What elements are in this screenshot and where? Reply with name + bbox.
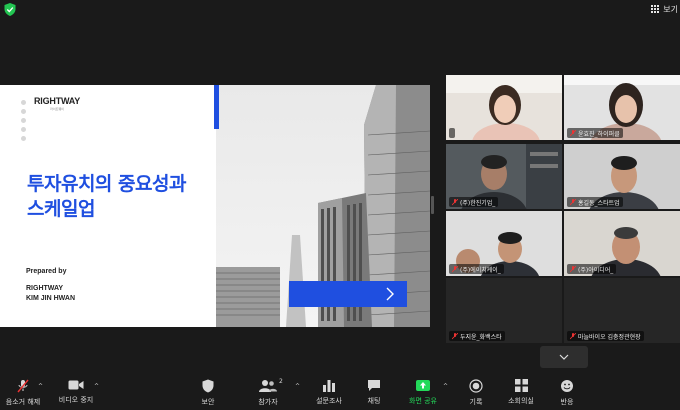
shared-screen-slide: RIGHTWAY 라이트웨이 투자유치의 중요성과 스케일업 Prepared …: [0, 85, 430, 327]
participant-name-tag: 윤효진_하이퍼클: [567, 128, 623, 138]
security-label: 보안: [201, 398, 215, 406]
video-tile[interactable]: 마늘바이오 김충정관현장: [564, 278, 680, 343]
video-tile[interactable]: [446, 75, 562, 140]
share-screen-button[interactable]: 화면 공유: [404, 372, 442, 410]
mic-muted-icon: [17, 379, 29, 393]
accent-bar: [214, 85, 219, 129]
meeting-toolbar: 음소거 해제 ^ 비디오 중지 ^ 보안 참가자 2 ^ 설문조사 채팅 화면 …: [0, 372, 680, 410]
record-icon: [469, 379, 483, 393]
mic-muted-icon: [570, 332, 576, 339]
chevron-down-icon: [559, 354, 569, 360]
chat-bubble-icon: [368, 380, 380, 391]
participant-name: 마늘바이오 김충정관현장: [578, 333, 641, 341]
record-button[interactable]: 기록: [462, 372, 490, 410]
stop-video-button[interactable]: 비디오 중지: [56, 372, 96, 410]
company-name: RIGHTWAY: [26, 285, 64, 292]
slide-title-line1: 투자유치의 중요성과: [27, 173, 186, 195]
participants-count: 2: [279, 378, 283, 385]
prepared-by-label: Prepared by: [26, 268, 67, 275]
mic-muted-icon: [570, 129, 576, 136]
participant-name-tag: [449, 128, 455, 138]
logo-text: RIGHTWAY: [34, 96, 81, 106]
logo-subtext: 라이트웨이: [50, 107, 64, 111]
presenter-name: KIM JIN HWAN: [26, 295, 75, 302]
mic-muted-icon: [570, 265, 576, 272]
participant-name-tag: 마늘바이오 김충정관현장: [567, 331, 644, 341]
audio-options-caret[interactable]: ^: [38, 383, 43, 390]
participant-name-tag: (주)에이치케이_: [449, 264, 504, 274]
grid-view-icon: [651, 4, 660, 14]
participant-name-tag: (주)한진기업_: [449, 197, 499, 207]
unmute-button[interactable]: 음소거 해제: [4, 372, 42, 410]
video-tile[interactable]: 홍길동_스타트업: [564, 144, 680, 209]
participant-name-tag: 두지윤_화백스타: [449, 331, 505, 341]
participant-name: (주)아이디어_: [578, 266, 614, 274]
security-shield-icon[interactable]: [4, 3, 16, 16]
decorative-dots: [21, 100, 27, 145]
participant-name: (주)에이치케이_: [460, 266, 501, 274]
participants-label: 참가자: [258, 398, 278, 406]
share-options-caret[interactable]: ^: [443, 383, 448, 390]
participant-name: 홍길동_스타트업: [578, 199, 620, 207]
next-arrow-box: [289, 281, 407, 307]
breakout-rooms-button[interactable]: 소회의실: [505, 372, 537, 410]
participant-name: 두지윤_화백스타: [460, 333, 502, 341]
reactions-button[interactable]: 반응: [553, 372, 581, 410]
share-label: 화면 공유: [409, 397, 437, 405]
breakout-label: 소회의실: [508, 397, 534, 405]
video-tile[interactable]: 윤효진_하이퍼클: [564, 75, 680, 140]
video-tile[interactable]: (주)에이치케이_: [446, 211, 562, 276]
chevron-right-icon: [386, 287, 394, 301]
slide-title-line2: 스케일업: [27, 198, 95, 220]
mic-muted-icon: [452, 198, 458, 205]
unmute-label: 음소거 해제: [5, 398, 41, 406]
participant-name: (주)한진기업_: [460, 199, 496, 207]
video-camera-icon: [68, 380, 84, 390]
video-label: 비디오 중지: [58, 396, 94, 404]
mic-muted-icon: [452, 265, 458, 272]
participant-name: 윤효진_하이퍼클: [578, 130, 620, 138]
view-button[interactable]: 보기: [651, 2, 678, 16]
share-screen-icon: [416, 380, 430, 391]
presenter-credit: RIGHTWAY KIM JIN HWAN: [26, 284, 75, 304]
mic-muted-icon: [452, 332, 458, 339]
split-view-handle[interactable]: [431, 196, 434, 214]
bar-chart-icon: [323, 380, 335, 392]
reactions-label: 반응: [560, 398, 574, 406]
rightway-logo: RIGHTWAY 라이트웨이: [34, 96, 80, 111]
participant-video: [446, 75, 562, 140]
slide-title: 투자유치의 중요성과 스케일업: [27, 172, 186, 222]
polls-button[interactable]: 설문조사: [311, 372, 347, 410]
participant-name-tag: 홍길동_스타트업: [567, 197, 623, 207]
mic-muted-icon: [570, 198, 576, 205]
record-label: 기록: [469, 398, 483, 406]
video-tile[interactable]: (주)한진기업_: [446, 144, 562, 209]
gallery-next-page-button[interactable]: [540, 346, 588, 368]
video-tile[interactable]: 두지윤_화백스타: [446, 278, 562, 343]
chat-button[interactable]: 채팅: [360, 372, 388, 410]
polls-label: 설문조사: [316, 397, 342, 405]
video-options-caret[interactable]: ^: [94, 383, 99, 390]
smiley-reaction-icon: [561, 380, 573, 392]
participants-icon: [259, 380, 277, 392]
participant-name-tag: (주)아이디어_: [567, 264, 617, 274]
security-button[interactable]: 보안: [194, 372, 222, 410]
participants-options-caret[interactable]: ^: [295, 383, 300, 390]
view-label: 보기: [663, 4, 678, 14]
video-tile[interactable]: (주)아이디어_: [564, 211, 680, 276]
breakout-rooms-icon: [514, 379, 528, 392]
shield-icon: [202, 379, 214, 393]
chat-label: 채팅: [367, 397, 381, 405]
